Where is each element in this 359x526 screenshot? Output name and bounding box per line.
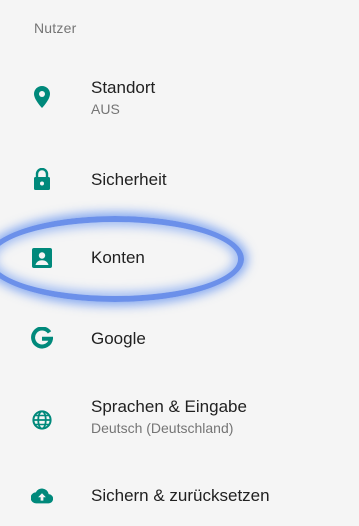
section-header: Nutzer: [34, 20, 77, 36]
settings-item-title: Sicherheit: [91, 170, 167, 189]
settings-item-sicherheit[interactable]: Sicherheit: [0, 145, 359, 217]
settings-item-text: Sicherheit: [91, 170, 167, 190]
settings-item-title: Sichern & zurücksetzen: [91, 486, 270, 505]
settings-item-title: Google: [91, 329, 146, 348]
settings-item-sichern[interactable]: Sichern & zurücksetzen: [0, 460, 359, 526]
lock-icon: [31, 168, 53, 190]
settings-item-title: Sprachen & Eingabe: [91, 397, 247, 416]
globe-icon: [31, 409, 53, 431]
settings-item-subtitle: AUS: [91, 101, 120, 117]
settings-item-text: Google: [91, 329, 146, 349]
settings-item-title: Konten: [91, 248, 145, 267]
google-g-icon: [31, 327, 53, 349]
account-box-icon: [31, 247, 53, 269]
location-pin-icon: [31, 86, 53, 108]
settings-item-text: Sprachen & Eingabe Deutsch (Deutschland): [91, 397, 247, 437]
settings-item-text: Standort AUS: [91, 78, 155, 118]
settings-item-google[interactable]: Google: [0, 302, 359, 374]
cloud-upload-icon: [31, 485, 53, 507]
settings-item-text: Sichern & zurücksetzen: [91, 486, 270, 506]
settings-screen: Nutzer Standort AUS Sicherheit Konten Go…: [0, 0, 359, 526]
settings-item-standort[interactable]: Standort AUS: [0, 60, 359, 132]
settings-item-sprachen[interactable]: Sprachen & Eingabe Deutsch (Deutschland): [0, 380, 359, 452]
settings-item-text: Konten: [91, 248, 145, 268]
settings-item-title: Standort: [91, 78, 156, 97]
settings-item-konten[interactable]: Konten: [0, 222, 359, 294]
settings-item-subtitle: Deutsch (Deutschland): [91, 420, 234, 436]
